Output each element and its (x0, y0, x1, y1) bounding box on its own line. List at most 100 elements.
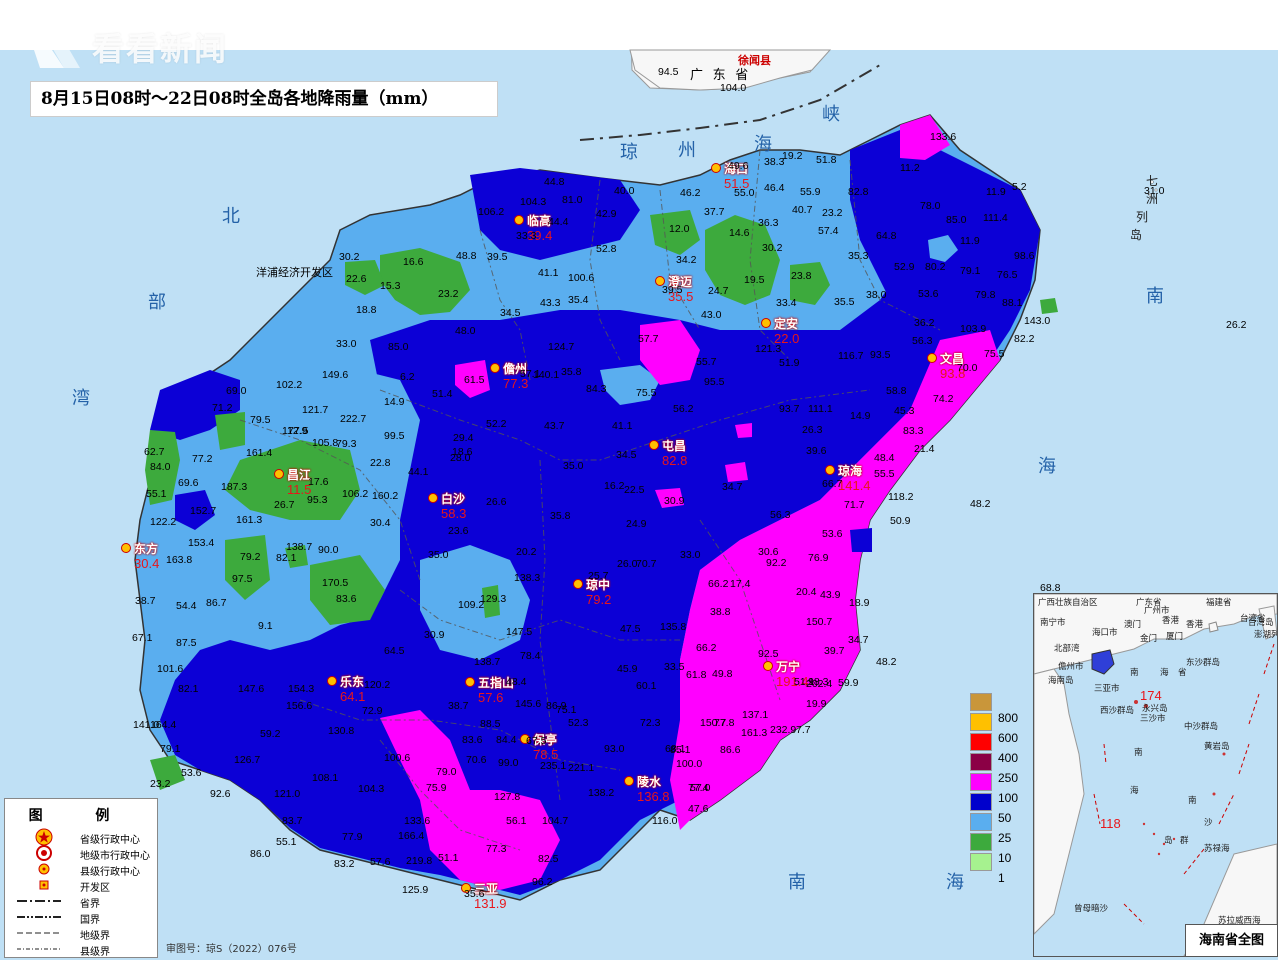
rainfall-station-value: 79.5 (250, 414, 271, 426)
rainfall-station-value: 43.0 (701, 309, 722, 321)
rainfall-station-value: 56.1 (506, 815, 527, 827)
rainfall-station-value: 20.4 (796, 586, 817, 598)
inset-label: 中沙群岛 (1184, 721, 1219, 731)
color-scale-label: 600 (998, 731, 1019, 745)
city-name: 乐东 (340, 675, 365, 689)
boundary-line-icon (17, 912, 61, 924)
rainfall-station-value: 51.9 (779, 357, 800, 369)
rainfall-station-value: 70.0 (957, 362, 978, 374)
rainfall-station-value: 99.5 (384, 430, 405, 442)
rainfall-station-value: 25.7 (588, 570, 609, 582)
county-center-icon (573, 579, 583, 589)
star-in-circle-icon (35, 828, 65, 846)
rainfall-station-value: 44.4 (548, 216, 569, 228)
legend-item-label: 地级市行政中心 (80, 851, 150, 862)
inset-label: 岛 (1164, 835, 1173, 845)
rainfall-station-value: 82.5 (538, 853, 559, 865)
rainfall-station-value: 41.1 (538, 267, 559, 279)
rainfall-station-value: 129.3 (480, 593, 507, 605)
color-scale-label: 10 (998, 851, 1012, 865)
band-green-w2 (215, 412, 245, 450)
inset-map: 广西壮族自治区 广东省 福建省 台湾省 南宁市 广州市 香港 澳门 海口市 儋州市 三亚市 三沙市 海南… (1033, 593, 1278, 957)
rainfall-station-value: 56.2 (673, 403, 694, 415)
rainfall-station-value: 82.2 (1014, 333, 1035, 345)
rainfall-station-value: 161.4 (246, 447, 273, 459)
inset-label: 苏禄海 (1204, 843, 1230, 853)
rainfall-station-value: 88.1 (1002, 297, 1023, 309)
rainfall-station-value: 26.2 (1226, 319, 1247, 331)
rainfall-station-value: 61.5 (464, 374, 485, 386)
rainfall-station-value: 30.2 (339, 251, 360, 263)
rainfall-station-value: 26.6 (486, 496, 507, 508)
city-rainfall-value: 58.3 (441, 506, 467, 521)
inset-label: 广西壮族自治区 (1038, 597, 1098, 607)
rainfall-station-value: 143.0 (1024, 315, 1051, 327)
rainfall-station-value: 84.0 (150, 461, 171, 473)
rainfall-station-value: 94.5 (658, 66, 679, 78)
boundary-line-icon (17, 944, 61, 956)
rainfall-station-value: 154.3 (288, 683, 315, 695)
boundary-line-icon (17, 928, 61, 940)
rainfall-station-value: 48.2 (970, 498, 991, 510)
rainfall-station-value: 11.9 (960, 235, 980, 247)
color-scale-swatch (970, 773, 992, 791)
rainfall-station-value: 82.1 (276, 552, 297, 564)
sea-label: 海 (946, 872, 964, 893)
inset-label: 澎湖列岛 (1254, 629, 1277, 639)
rainfall-station-value: 187.3 (221, 481, 248, 493)
inset-label: 台湾岛 (1248, 617, 1274, 627)
double-circle-icon (35, 844, 65, 861)
rainfall-station-value: 118.2 (888, 491, 914, 503)
rainfall-station-value: 98.6 (1014, 250, 1035, 262)
rainfall-station-value: 72.3 (640, 717, 661, 729)
rainfall-station-value: 11.9 (986, 186, 1006, 198)
watermark: 看看新闻 (30, 10, 270, 80)
rainfall-station-value: 20.2 (516, 546, 537, 558)
color-scale-label: 25 (998, 831, 1012, 845)
color-scale-swatch (970, 833, 992, 851)
rainfall-station-value: 6.2 (400, 371, 415, 383)
rainfall-station-value: 51.8 (816, 154, 837, 166)
rainfall-station-value: 135.8 (660, 621, 687, 633)
rainfall-station-value: 55.7 (696, 356, 717, 368)
sea-label: 海 (754, 134, 772, 155)
inset-label: 沙 (1204, 817, 1213, 827)
rainfall-station-value: 150.7 (700, 717, 727, 729)
color-scale-swatch (970, 753, 992, 771)
inset-label: 118 (1100, 816, 1121, 831)
rainfall-station-value: 47.5 (620, 623, 641, 635)
rainfall-station-value: 93.0 (604, 743, 625, 755)
rainfall-station-value: 46.4 (764, 182, 785, 194)
rainfall-station-value: 100.6 (384, 752, 411, 764)
county-center-icon (490, 363, 500, 373)
rainfall-station-value: 82.1 (178, 683, 199, 695)
inset-label: 174 (1140, 688, 1162, 703)
rainfall-station-value: 34.2 (676, 254, 697, 266)
rainfall-station-value: 15.3 (380, 280, 401, 292)
rainfall-station-value: 90.0 (318, 544, 339, 556)
rainfall-station-value: 150.7 (806, 616, 833, 628)
rainfall-station-value: 93.5 (870, 349, 891, 361)
rainfall-station-value: 125.9 (402, 884, 429, 896)
rainfall-station-value: 232.9 (770, 724, 797, 736)
county-center-icon (927, 353, 937, 363)
rainfall-station-value: 34.7 (848, 634, 869, 646)
rainfall-station-value: 11.2 (900, 162, 920, 174)
color-scale: 800 600 400 250 100 50 25 10 1 (966, 693, 1026, 885)
rainfall-station-value: 43.3 (540, 297, 561, 309)
watermark-text: 看看新闻 (92, 30, 229, 68)
rainfall-station-value: 75.9 (426, 782, 447, 794)
rainfall-station-value: 138.3 (514, 572, 541, 584)
inset-label: 海 (1160, 667, 1169, 677)
rainfall-station-value: 83.7 (282, 815, 303, 827)
rainfall-station-value: 147.6 (238, 683, 265, 695)
rainfall-station-value: 5.2 (1012, 181, 1027, 193)
rainfall-station-value: 70.6 (466, 754, 487, 766)
rainfall-station-value: 145.6 (515, 698, 542, 710)
rainfall-station-value: 64.8 (876, 230, 897, 242)
legend-item-label: 县级界 (80, 947, 110, 958)
rainfall-station-value: 161.3 (236, 514, 263, 526)
rainfall-station-value: 81.0 (562, 194, 583, 206)
rainfall-station-value: 9.1 (258, 620, 273, 632)
rainfall-station-value: 78.0 (920, 200, 941, 212)
